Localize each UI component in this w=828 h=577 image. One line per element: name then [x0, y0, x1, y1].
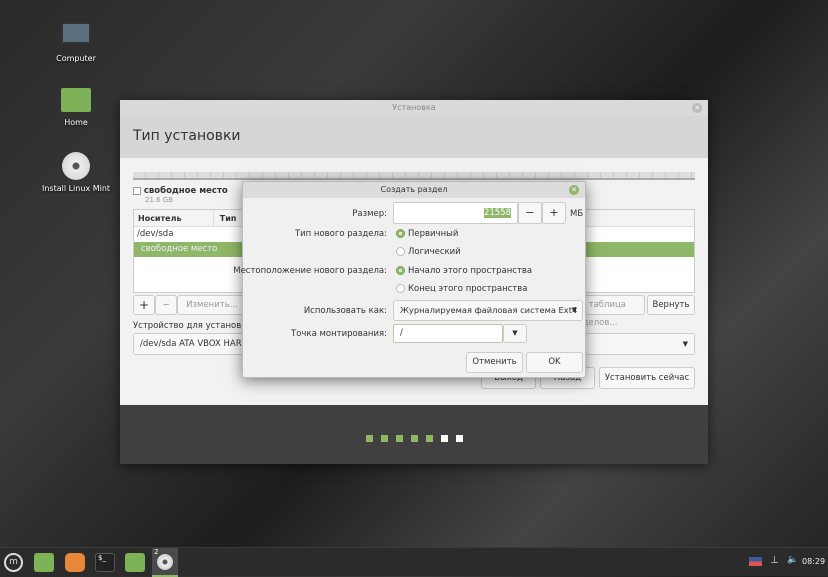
column-header[interactable]: Тип: [217, 210, 237, 227]
chevron-down-icon: ▼: [571, 306, 577, 314]
radio-label: Первичный: [408, 229, 459, 239]
desktop-icon-label: Home: [64, 118, 88, 127]
ok-button[interactable]: OK: [526, 352, 583, 373]
taskbar: m $_ 2 ⊥ 🔈 08:29: [0, 547, 828, 577]
desktop-icon-home[interactable]: Home: [26, 88, 126, 127]
free-space-size: 21.6 GB: [145, 196, 174, 204]
radio-checked-icon: [396, 266, 405, 275]
free-space-label: свободное место: [143, 186, 228, 196]
mount-point-value: /: [400, 328, 403, 338]
show-desktop-icon[interactable]: [34, 553, 54, 572]
desktop-icon-label: Computer: [56, 54, 96, 63]
free-space-legend: свободное место 21.6 GB: [133, 186, 228, 204]
size-unit: МБ: [570, 209, 584, 219]
radio-label: Логический: [408, 247, 461, 257]
desktop-icon-computer[interactable]: Computer: [26, 22, 126, 63]
mount-point-input[interactable]: /: [393, 324, 503, 343]
column-header[interactable]: Носитель: [134, 210, 214, 227]
size-input[interactable]: 21558: [393, 202, 518, 224]
disc-icon: [157, 554, 173, 570]
radio-unchecked-icon: [396, 284, 405, 293]
size-increase-button[interactable]: +: [542, 202, 566, 224]
clock[interactable]: 08:29: [802, 557, 825, 566]
radio-label: Конец этого пространства: [408, 284, 528, 294]
files-icon[interactable]: [125, 553, 145, 572]
use-as-value: Журналируемая файловая система Ext4: [400, 305, 578, 315]
desktop-icon-install[interactable]: Install Linux Mint: [26, 152, 126, 193]
progress-dot: [381, 435, 388, 442]
radio-logical[interactable]: Логический: [396, 247, 461, 257]
progress-dot: [396, 435, 403, 442]
dialog-title-bar[interactable]: Создать раздел ✕: [243, 182, 585, 198]
title-bar[interactable]: Установка ✕: [120, 100, 708, 116]
progress-dot-current: [441, 435, 448, 442]
installer-task-button[interactable]: 2: [152, 548, 178, 577]
mount-point-dropdown[interactable]: ▼: [503, 324, 527, 343]
network-icon[interactable]: ⊥: [770, 555, 779, 566]
close-button[interactable]: ✕: [692, 103, 702, 113]
desktop-icon-label: Install Linux Mint: [41, 184, 111, 193]
chevron-down-icon: ▼: [682, 340, 688, 348]
radio-begin[interactable]: Начало этого пространства: [396, 266, 532, 276]
location-label: Местоположение нового раздела:: [233, 266, 387, 276]
chevron-down-icon: ▼: [512, 329, 518, 337]
progress-dot: [366, 435, 373, 442]
progress-dot: [426, 435, 433, 442]
revert-button[interactable]: Вернуть: [647, 295, 695, 315]
computer-icon: [61, 22, 91, 44]
change-partition-button[interactable]: Изменить...: [177, 295, 247, 315]
add-partition-button[interactable]: +: [133, 295, 155, 315]
keyboard-layout-flag-icon[interactable]: [749, 557, 762, 566]
install-now-button[interactable]: Установить сейчас: [599, 367, 695, 389]
radio-primary[interactable]: Первичный: [396, 229, 458, 239]
mint-menu-icon[interactable]: m: [4, 553, 23, 572]
volume-icon[interactable]: 🔈: [787, 555, 798, 565]
window-title: Установка: [392, 103, 436, 112]
type-label: Тип нового раздела:: [294, 229, 387, 239]
cancel-button[interactable]: Отменить: [466, 352, 523, 373]
radio-unchecked-icon: [396, 247, 405, 256]
terminal-icon[interactable]: $_: [95, 553, 115, 572]
progress-dot: [411, 435, 418, 442]
use-as-select[interactable]: Журналируемая файловая система Ext4 ▼: [393, 300, 583, 321]
partition-bar: [133, 172, 695, 180]
remove-partition-button[interactable]: −: [155, 295, 177, 315]
radio-label: Начало этого пространства: [408, 266, 533, 276]
mount-label: Точка монтирования:: [291, 329, 387, 339]
home-folder-icon: [61, 88, 91, 112]
use-as-label: Использовать как:: [303, 306, 387, 316]
create-partition-dialog: Создать раздел ✕ Размер: 21558 − + МБ Ти…: [233, 181, 586, 378]
close-icon[interactable]: ✕: [569, 185, 579, 195]
workspace-badge: 2: [154, 548, 159, 556]
progress-dot: [456, 435, 463, 442]
size-decrease-button[interactable]: −: [518, 202, 542, 224]
page-title: Тип установки: [120, 116, 708, 158]
checkbox[interactable]: [133, 186, 141, 195]
size-label: Размер:: [352, 209, 387, 219]
dialog-title: Создать раздел: [380, 185, 448, 194]
progress-footer: [120, 405, 708, 464]
radio-end[interactable]: Конец этого пространства: [396, 284, 527, 294]
disc-icon: [62, 152, 90, 180]
size-value: 21558: [483, 208, 511, 218]
radio-checked-icon: [396, 229, 405, 238]
firefox-icon[interactable]: [65, 553, 85, 572]
